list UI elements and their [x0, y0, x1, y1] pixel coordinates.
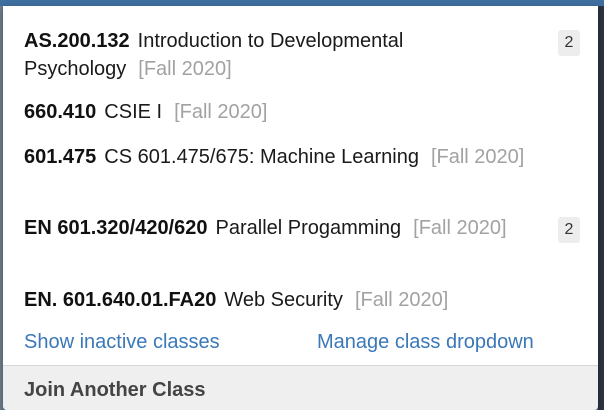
- manage-class-dropdown-link[interactable]: Manage class dropdown: [317, 328, 534, 356]
- class-number: EN 601.320/420/620: [24, 217, 208, 239]
- class-name: Web Security: [224, 289, 343, 311]
- join-another-class-button[interactable]: Join Another Class: [24, 376, 206, 404]
- unread-count-badge: 2: [558, 217, 580, 243]
- class-item-machine-learning[interactable]: 601.475 CS 601.475/675: Machine Learning […: [24, 143, 554, 171]
- class-term: [Fall 2020]: [138, 58, 232, 80]
- class-item-parallel-programming[interactable]: EN 601.320/420/620 Parallel Progamming [Fa…: [24, 214, 554, 242]
- class-number: AS.200.132: [24, 30, 130, 52]
- join-class-bar[interactable]: Join Another Class: [3, 365, 598, 410]
- class-term: [Fall 2020]: [174, 101, 268, 123]
- class-number: 660.410: [24, 101, 97, 123]
- class-name: CSIE I: [104, 101, 163, 123]
- class-name: Parallel Progamming: [215, 217, 402, 239]
- background-edge: [598, 6, 604, 410]
- class-term: [Fall 2020]: [430, 146, 525, 168]
- class-item-csie[interactable]: 660.410 CSIE I [Fall 2020]: [24, 98, 554, 126]
- class-term: [Fall 2020]: [354, 289, 449, 311]
- class-number: EN. 601.640.01.FA20: [24, 289, 217, 311]
- class-item-developmental-psychology[interactable]: AS.200.132 Introduction to Developmental …: [24, 27, 554, 83]
- class-number: 601.475: [24, 146, 97, 168]
- show-inactive-classes-link[interactable]: Show inactive classes: [24, 331, 220, 353]
- unread-count-badge: 2: [558, 30, 580, 56]
- class-item-web-security[interactable]: EN. 601.640.01.FA20 Web Security [Fall 202…: [24, 286, 554, 314]
- class-term: [Fall 2020]: [413, 217, 507, 239]
- dropdown-links: Show inactive classes Manage class dropd…: [24, 328, 584, 356]
- class-dropdown: AS.200.132 Introduction to Developmental …: [3, 6, 598, 410]
- class-name: CS 601.475/675: Machine Learning: [104, 146, 419, 168]
